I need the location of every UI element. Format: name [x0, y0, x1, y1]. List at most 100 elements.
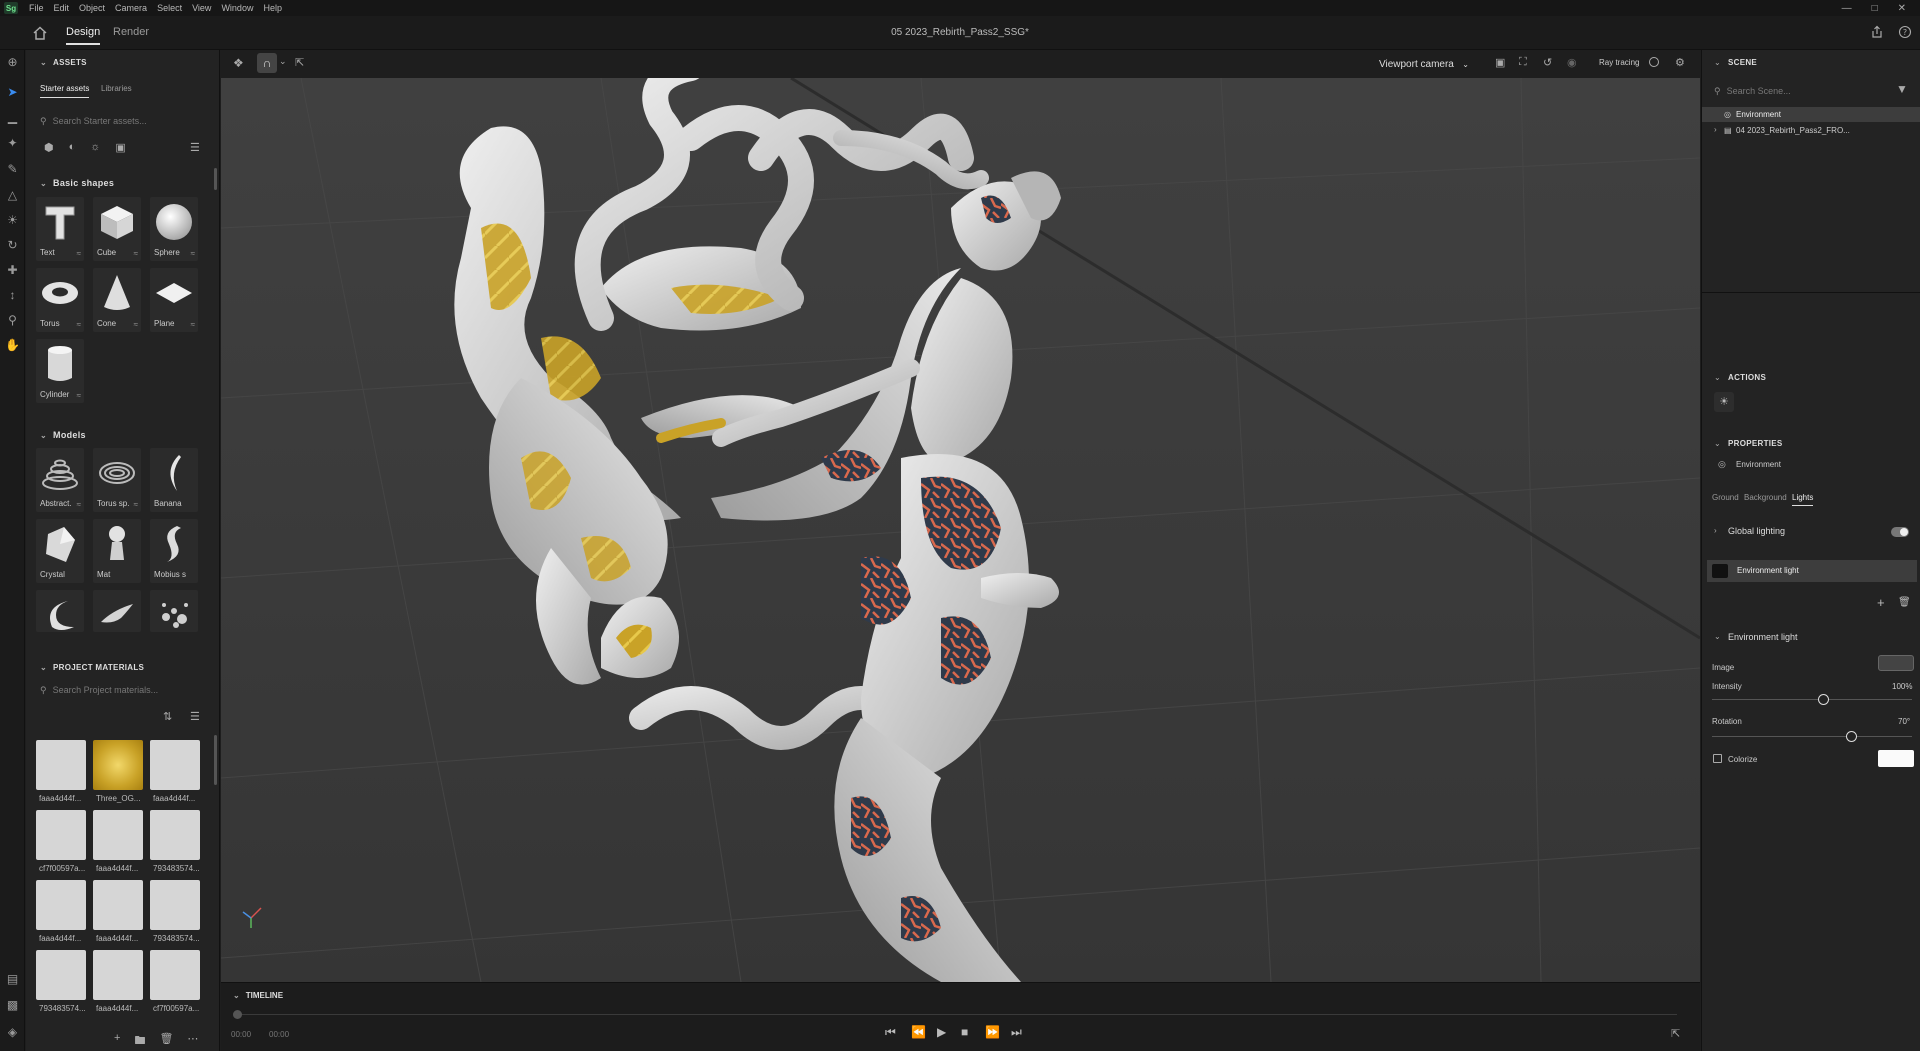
scene-item-environment[interactable]: ◎ Environment	[1702, 107, 1920, 122]
list-view-icon[interactable]: ☰	[190, 141, 200, 154]
options-icon[interactable]: ≈	[77, 391, 81, 400]
environment-light-item[interactable]: Environment light	[1707, 560, 1917, 582]
object-tool-icon[interactable]: △	[5, 188, 20, 203]
material-item[interactable]: faaa4d44f...	[36, 880, 86, 946]
step-back-icon[interactable]: ⏪	[911, 1025, 926, 1039]
pan-icon[interactable]: ✚	[5, 263, 20, 278]
chevron-down-icon[interactable]: ⌄	[1714, 439, 1721, 448]
menu-file[interactable]: File	[24, 3, 49, 13]
options-icon[interactable]: ≈	[77, 249, 81, 258]
transform-icon[interactable]: ❖	[233, 56, 244, 70]
add-light-icon[interactable]: +	[1877, 595, 1885, 610]
light-tool-icon[interactable]: ☀	[5, 213, 20, 228]
add-icon[interactable]: ⊕	[5, 55, 20, 70]
hand-icon[interactable]: ✋	[5, 338, 20, 353]
model-abstract[interactable]: Abstract... ≈	[36, 448, 84, 512]
chevron-right-icon[interactable]: ›	[1714, 125, 1717, 134]
chevron-down-icon[interactable]: ⌄	[1714, 632, 1721, 641]
options-icon[interactable]: ≈	[191, 249, 195, 258]
camera-rotate-icon[interactable]: ↺	[1543, 56, 1552, 69]
model-torus-spiral[interactable]: Torus sp... ≈	[93, 448, 141, 512]
asset-plane[interactable]: Plane ≈	[150, 268, 198, 332]
camera-select[interactable]: Viewport camera ⌄	[1375, 55, 1473, 73]
maximize-icon[interactable]: □	[1872, 3, 1878, 14]
material-item[interactable]: faaa4d44f...	[93, 880, 143, 946]
material-item[interactable]: faaa4d44f...	[93, 950, 143, 1016]
timeline-track[interactable]	[237, 1014, 1677, 1015]
cube-filter-icon[interactable]: ⬢	[44, 141, 54, 154]
image-filter-icon[interactable]: ▣	[115, 141, 125, 154]
model-bird[interactable]	[93, 590, 141, 632]
subtab-starter-assets[interactable]: Starter assets	[40, 84, 90, 98]
subtab-libraries[interactable]: Libraries	[101, 84, 132, 93]
model-banana[interactable]: Banana	[150, 448, 198, 512]
menu-edit[interactable]: Edit	[49, 3, 75, 13]
trash-icon[interactable]: 🗑	[1898, 597, 1911, 608]
filter-icon[interactable]: ▼	[1896, 82, 1908, 96]
list-view-icon[interactable]: ☰	[190, 710, 200, 723]
models-header[interactable]: ⌄ Models	[40, 430, 86, 440]
skip-end-icon[interactable]: ⏭	[1011, 1025, 1022, 1040]
material-item[interactable]: cf7f00597a...	[150, 950, 200, 1016]
snap-icon[interactable]: ⇱	[295, 56, 304, 69]
material-item[interactable]: 793483574...	[150, 880, 200, 946]
material-item[interactable]: faaa4d44f...	[93, 810, 143, 876]
basic-shapes-header[interactable]: ⌄ Basic shapes	[40, 178, 114, 188]
align-tool-icon[interactable]: ▁	[5, 110, 20, 125]
light-filter-icon[interactable]: ☼	[90, 141, 100, 154]
material-item[interactable]: faaa4d44f...	[150, 740, 200, 806]
home-icon[interactable]	[32, 25, 48, 41]
options-icon[interactable]: ≈	[77, 320, 81, 329]
magic-wand-icon[interactable]: ✦	[5, 136, 20, 151]
scene-search[interactable]	[1714, 63, 1864, 81]
render-settings-icon[interactable]: ⚙	[1675, 56, 1685, 69]
intensity-slider[interactable]	[1712, 699, 1912, 700]
materials-panel-icon[interactable]: ▩	[5, 998, 20, 1013]
asset-cylinder[interactable]: Cylinder ≈	[36, 339, 84, 403]
asset-sphere[interactable]: Sphere ≈	[150, 197, 198, 261]
graph-icon[interactable]: ◈	[5, 1025, 20, 1040]
material-item[interactable]: cf7f00597a...	[36, 810, 86, 876]
tab-design[interactable]: Design	[66, 26, 101, 45]
viewport[interactable]	[221, 78, 1700, 982]
menu-camera[interactable]: Camera	[110, 3, 152, 13]
chevron-down-icon[interactable]: ⌄	[1714, 373, 1721, 382]
stop-icon[interactable]: ■	[961, 1025, 968, 1039]
menu-view[interactable]: View	[187, 3, 216, 13]
dolly-icon[interactable]: ↕	[5, 288, 20, 303]
assets-search[interactable]: ⚲ Search Starter assets...	[40, 112, 210, 130]
sort-icon[interactable]: ⇅	[163, 710, 172, 723]
material-filter-icon[interactable]: ◐	[69, 141, 76, 154]
hdri-image-picker[interactable]	[1878, 655, 1914, 671]
step-forward-icon[interactable]: ⏩	[985, 1025, 1000, 1039]
material-item[interactable]: Three_OG...	[93, 740, 143, 806]
tab-ground[interactable]: Ground	[1712, 493, 1739, 502]
options-icon[interactable]: ≈	[134, 500, 138, 509]
rotation-slider[interactable]	[1712, 736, 1912, 737]
tab-lights[interactable]: Lights	[1792, 493, 1814, 506]
asset-cone[interactable]: Cone ≈	[93, 268, 141, 332]
model-crystal[interactable]: Crystal	[36, 519, 84, 583]
play-icon[interactable]: ▶	[937, 1025, 946, 1039]
share-icon[interactable]	[1870, 25, 1884, 39]
material-item[interactable]: 793483574...	[150, 810, 200, 876]
materials-scrollbar[interactable]	[214, 735, 217, 785]
close-icon[interactable]: ✕	[1898, 3, 1906, 14]
menu-select[interactable]: Select	[152, 3, 187, 13]
materials-search[interactable]: ⚲ Search Project materials...	[40, 681, 210, 699]
zoom-icon[interactable]: ⚲	[5, 313, 20, 328]
model-arc[interactable]	[36, 590, 84, 632]
asset-text[interactable]: Text ≈	[36, 197, 84, 261]
assets-header[interactable]: ⌄ ASSETS	[40, 58, 87, 67]
intensity-slider-knob[interactable]	[1818, 694, 1829, 705]
model-mat[interactable]: Mat	[93, 519, 141, 583]
chevron-right-icon[interactable]: ›	[1714, 526, 1717, 535]
project-materials-header[interactable]: ⌄ PROJECT MATERIALS	[40, 663, 144, 672]
timeline-header[interactable]: ⌄ TIMELINE	[233, 991, 283, 1000]
skip-start-icon[interactable]: ⏮	[885, 1025, 896, 1040]
frame-icon[interactable]: ⛶	[1519, 56, 1527, 69]
colorize-swatch[interactable]	[1878, 750, 1914, 767]
menu-help[interactable]: Help	[258, 3, 287, 13]
model-splash[interactable]	[150, 590, 198, 632]
options-icon[interactable]: ≈	[134, 320, 138, 329]
